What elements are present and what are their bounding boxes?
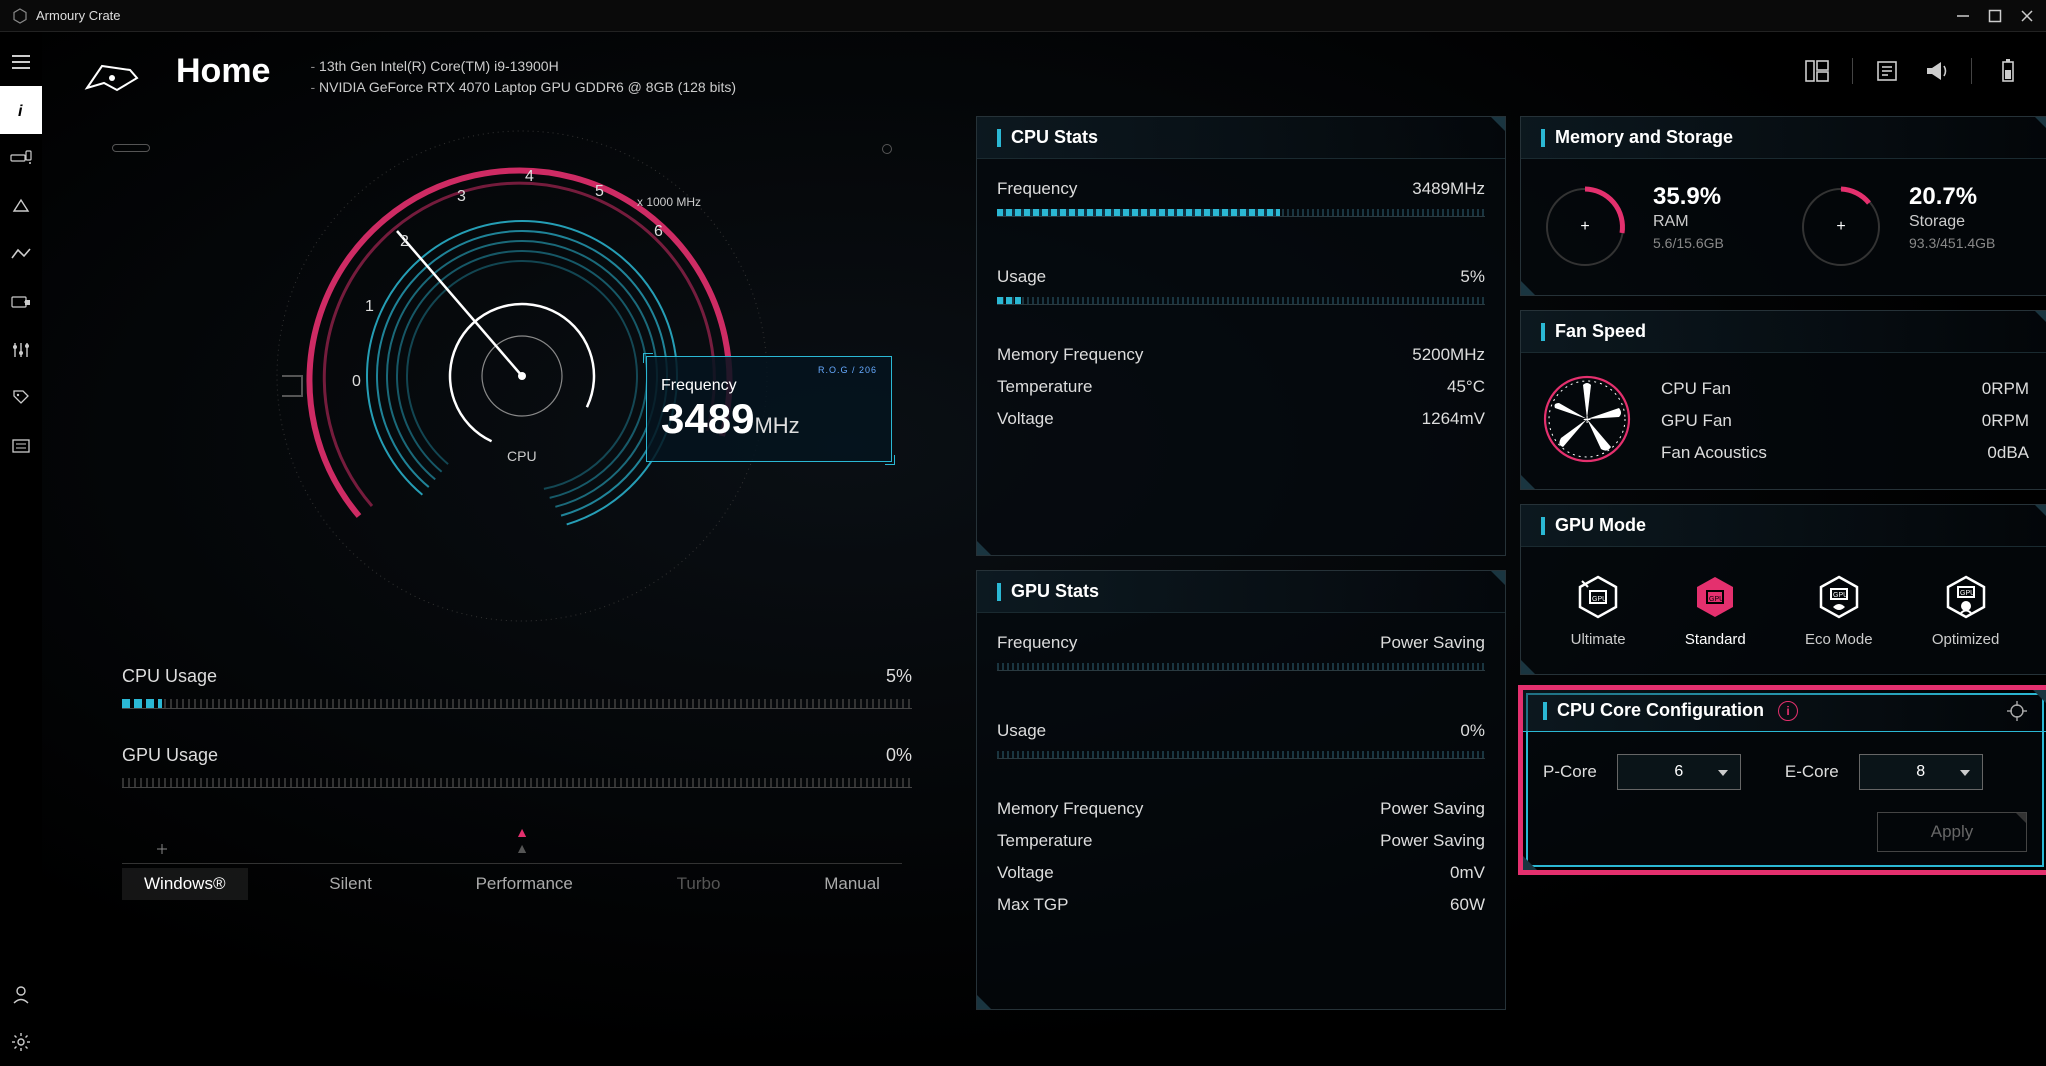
ecore-select[interactable]: 8	[1859, 754, 1983, 790]
nav-tuning[interactable]	[0, 326, 42, 374]
storage-gauge[interactable]: +	[1797, 183, 1885, 271]
gpu-mode-optimized[interactable]: GPU Optimized	[1932, 573, 2000, 648]
target-icon[interactable]	[2007, 701, 2027, 721]
app-icon	[12, 8, 28, 24]
layout-icon[interactable]	[1804, 58, 1830, 84]
nav-home[interactable]: i	[0, 86, 42, 134]
nav-content[interactable]	[0, 422, 42, 470]
nav-devices[interactable]	[0, 134, 42, 182]
svg-text:GPU: GPU	[1960, 590, 1975, 597]
nav-scenario[interactable]	[0, 278, 42, 326]
info-icon[interactable]: i	[1778, 701, 1798, 721]
svg-text:GPU: GPU	[1833, 592, 1848, 599]
gpu-stats-panel: GPU Stats FrequencyPower Saving Usage0% …	[976, 570, 1506, 1010]
system-specs: 13th Gen Intel(R) Core(TM) i9-13900H NVI…	[310, 56, 736, 98]
nav-aura[interactable]	[0, 182, 42, 230]
svg-text:5: 5	[595, 183, 604, 200]
svg-text:1: 1	[365, 298, 374, 315]
cpu-gauge: 0 1 2 3 4 5 6 x 1000 MHz CPU R.O.G / 206…	[242, 96, 802, 656]
pcore-select[interactable]: 6	[1617, 754, 1741, 790]
minimize-button[interactable]	[1956, 9, 1970, 23]
svg-text:6: 6	[654, 223, 663, 240]
svg-text:i: i	[18, 103, 23, 120]
nav-settings[interactable]	[0, 1018, 42, 1066]
fan-speed-panel: Fan Speed + CPU Fan0RPM GPU Fan0RPM Fan …	[1520, 310, 2046, 490]
gpu-usage-meter: GPU Usage0%	[122, 745, 912, 788]
page-title: Home	[176, 52, 270, 91]
svg-text:3: 3	[457, 188, 466, 205]
cpu-usage-meter: CPU Usage5%	[122, 666, 912, 709]
profile-silent[interactable]: Silent	[307, 868, 394, 900]
frequency-readout: R.O.G / 206 Frequency 3489MHz	[646, 356, 892, 462]
ram-gauge[interactable]: +	[1541, 183, 1629, 271]
gpu-mode-standard[interactable]: GPU Standard	[1685, 573, 1746, 648]
gpu-mode-panel: GPU Mode GPU Ultimate GPU Standard GPU	[1520, 504, 2046, 675]
profile-manual[interactable]: Manual	[802, 868, 902, 900]
svg-text:4: 4	[525, 168, 534, 185]
fan-icon: +	[1541, 373, 1633, 465]
svg-text:GPU: GPU	[1592, 596, 1607, 603]
svg-text:x 1000 MHz: x 1000 MHz	[637, 195, 701, 209]
apply-button[interactable]: Apply	[1877, 812, 2027, 852]
announce-icon[interactable]	[1923, 58, 1949, 84]
nav-gamevisual[interactable]	[0, 230, 42, 278]
svg-text:CPU: CPU	[507, 448, 537, 464]
memory-storage-panel: Memory and Storage + 35.9% RAM 5.6/15.6G…	[1520, 116, 2046, 296]
gpu-mode-ultimate[interactable]: GPU Ultimate	[1571, 573, 1626, 648]
close-button[interactable]	[2020, 9, 2034, 23]
profile-windows[interactable]: Windows®	[122, 868, 248, 900]
profile-tabs: Windows® Silent Performance Turbo Manual	[82, 860, 962, 920]
window-title: Armoury Crate	[36, 8, 121, 23]
titlebar: Armoury Crate	[0, 0, 2046, 32]
svg-text:0: 0	[352, 373, 361, 390]
rog-logo	[82, 58, 142, 98]
svg-text:+: +	[1583, 411, 1591, 427]
nav-user[interactable]	[0, 970, 42, 1018]
profile-performance[interactable]: Performance	[454, 868, 595, 900]
news-icon[interactable]	[1875, 58, 1901, 84]
cpu-core-config-panel: CPU Core Configuration i P-Core 6 E-Core…	[1521, 688, 2046, 872]
svg-text:2: 2	[400, 233, 409, 250]
gpu-mode-eco[interactable]: GPU Eco Mode	[1805, 573, 1873, 648]
hamburger-button[interactable]	[0, 38, 42, 86]
svg-text:GPU: GPU	[1709, 596, 1724, 603]
nav-deals[interactable]	[0, 374, 42, 422]
sidebar: i	[0, 32, 42, 1066]
battery-icon[interactable]	[1994, 58, 2020, 84]
maximize-button[interactable]	[1988, 9, 2002, 23]
cpu-stats-panel: CPU Stats Frequency3489MHz Usage5% Memor…	[976, 116, 1506, 556]
profile-turbo[interactable]: Turbo	[655, 868, 743, 900]
